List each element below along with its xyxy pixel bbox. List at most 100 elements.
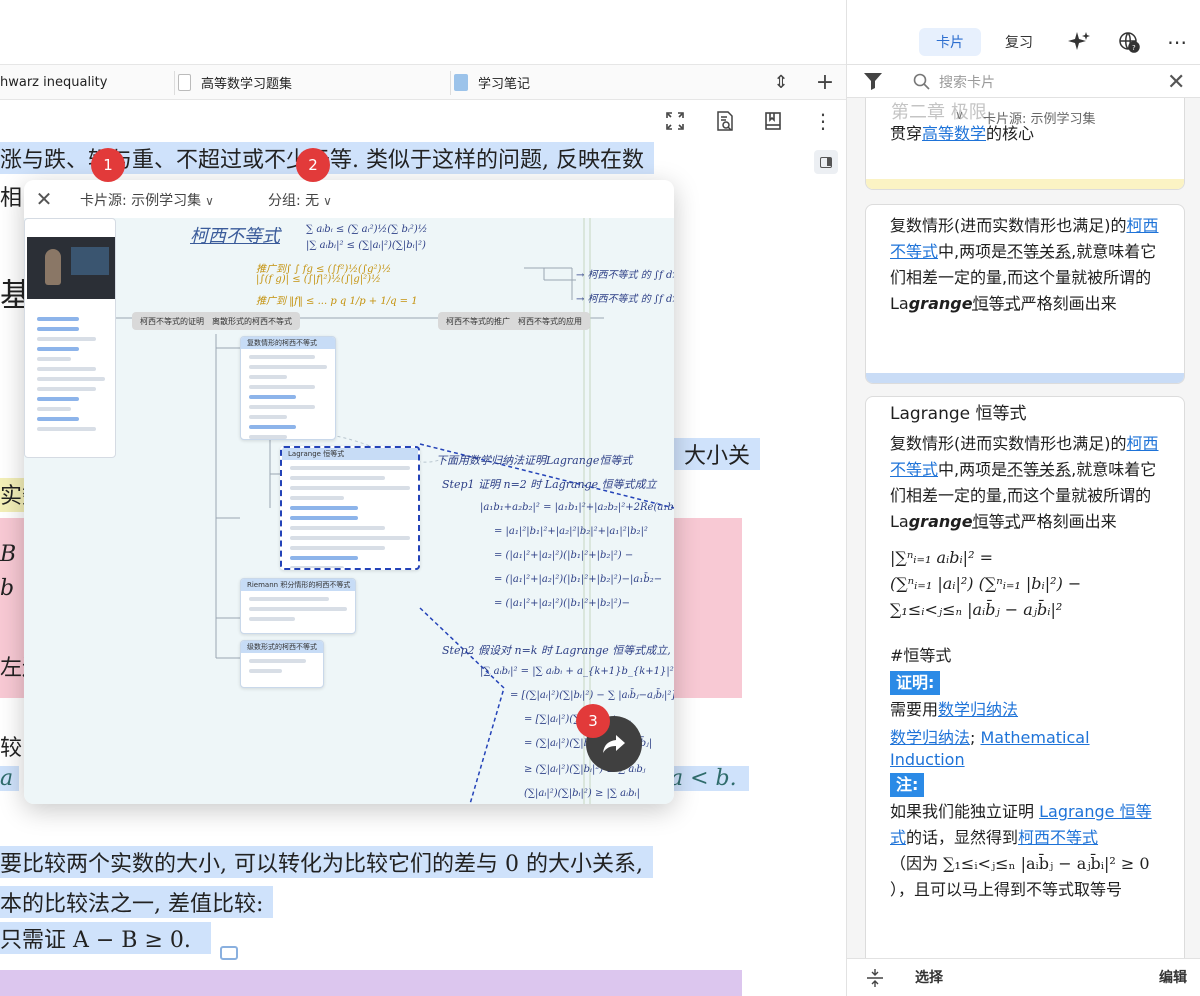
chevron-down-icon: ∨ xyxy=(205,194,214,208)
document-line: 较 xyxy=(0,736,23,761)
card-source-overlay: 卡片源: 示例学习集 xyxy=(983,112,1096,127)
tab-sort-icon[interactable]: ⇕ xyxy=(768,65,794,100)
card-panel: 卡片 复习 ? ⋯ 搜索卡片 ✕ 贯穿高等数学的核心 第二章 极限 卡片源: 示… xyxy=(846,0,1200,996)
flashcard[interactable]: 复数情形(进而实数情形也满足)的柯西不等式中,两项是不等关系,就意味着它们相差一… xyxy=(865,204,1185,384)
card-color-strip xyxy=(866,179,1184,189)
add-tab-icon[interactable]: + xyxy=(812,65,838,100)
card-text: （因为 ∑₁≤ᵢ<ⱼ≤ₙ |aᵢb̄ⱼ − aⱼb̄ᵢ|² ≥ 0 xyxy=(890,854,1150,873)
card-link[interactable]: 数学归纳法 xyxy=(938,700,1018,719)
card-text: 贯穿 xyxy=(890,124,923,143)
card-text: 中,两项是 xyxy=(938,460,1008,479)
tab-review[interactable]: 复习 xyxy=(991,28,1047,56)
mindmap-node[interactable]: 柯西不等式的推广 xyxy=(438,312,518,330)
card-link[interactable]: 高等数学 xyxy=(922,124,986,143)
tab-study-notes[interactable]: 学习笔记 xyxy=(454,65,724,100)
card-text: 复数情形(进而实数情形也满足)的 xyxy=(890,434,1127,453)
card-text: 的话，显然得到 xyxy=(906,828,1019,847)
mindmap-card-title: Riemann 积分情形的柯西不等式 xyxy=(241,579,355,591)
notebook-icon xyxy=(454,74,468,91)
card-color-strip xyxy=(866,373,1184,383)
callout-badge-1: 1 xyxy=(91,148,125,182)
tab-label: hwarz inequality xyxy=(0,75,108,90)
callout-badge-2: 2 xyxy=(296,148,330,182)
card-bold-text: grange xyxy=(908,294,973,313)
mindmap-card-title: Lagrange 恒等式 xyxy=(282,448,418,460)
card-panel-header: 卡片 复习 ? ⋯ xyxy=(847,0,1200,64)
mindmap-node[interactable]: 柯西不等式的证明 xyxy=(132,312,212,330)
card-source-label: 卡片源: 示例学习集 xyxy=(80,193,202,209)
search-document-icon[interactable] xyxy=(712,108,738,134)
mindmap-card-selected[interactable]: Lagrange 恒等式 xyxy=(280,446,420,570)
tab-divider xyxy=(174,71,175,95)
svg-text:?: ? xyxy=(1132,44,1136,52)
web-search-icon[interactable]: ? xyxy=(1115,28,1143,56)
mindmap-title: 柯西不等式 xyxy=(190,226,280,247)
callout-badge-3: 3 xyxy=(576,704,610,738)
tab-cards[interactable]: 卡片 xyxy=(919,28,981,56)
card-text: 严格刻画出来 xyxy=(1020,512,1117,531)
fullscreen-icon[interactable] xyxy=(662,108,688,134)
card-text: 复数情形(进而实数情形也满足)的 xyxy=(890,216,1127,235)
mindmap-card[interactable]: 复数情形的柯西不等式 xyxy=(240,336,336,440)
card-text: 严格刻画出来 xyxy=(1020,294,1117,313)
document-line: 大小关 xyxy=(674,438,761,470)
card-dashed-text: 恒等式 xyxy=(972,512,1021,531)
group-dropdown[interactable]: 分组: 无 ∨ xyxy=(268,190,332,210)
tab-cauchy-schwarz[interactable]: hwarz inequality xyxy=(0,65,172,100)
more-vertical-icon[interactable]: ⋮ xyxy=(810,108,836,134)
card-source-dropdown[interactable]: 卡片源: 示例学习集 ∨ xyxy=(80,190,214,210)
card-preview-popup: ✕ 卡片源: 示例学习集 ∨ 分组: 无 ∨ 柯西不等式 ∑ aᵢbᵢ ≤ (∑… xyxy=(24,180,674,804)
chevron-down-icon[interactable]: ∨ xyxy=(955,108,964,122)
card-text: 中,两项是 xyxy=(938,242,1008,261)
handwriting-heading: 下面用数学归纳法证明Lagrange恒等式 xyxy=(436,454,633,467)
card-hashtag[interactable]: #恒等式 xyxy=(890,643,1160,669)
share-arrow-icon xyxy=(603,735,625,753)
proof-label: 证明: xyxy=(890,671,941,695)
filter-icon[interactable] xyxy=(863,72,883,94)
document-line: 要比较两个实数的大小, 可以转化为比较它们的差与 0 的大小关系, xyxy=(0,846,653,878)
highlight-block xyxy=(0,970,742,996)
card-link[interactable]: 柯西不等式 xyxy=(1018,828,1098,847)
select-button[interactable]: 选择 xyxy=(915,967,943,987)
video-thumbnail[interactable] xyxy=(27,237,115,299)
mindmap-card[interactable]: 级数形式的柯西不等式 xyxy=(240,640,324,688)
card-link[interactable]: 数学归纳法 xyxy=(890,728,970,747)
comment-icon[interactable] xyxy=(220,946,238,960)
group-label: 分组: 无 xyxy=(268,193,320,209)
card-dashed-text: 不等关系 xyxy=(1007,460,1072,479)
edit-button[interactable]: 编辑 xyxy=(1159,967,1187,987)
card-text: 需要用 xyxy=(890,700,939,719)
close-icon[interactable]: ✕ xyxy=(1167,70,1185,95)
search-input[interactable]: 搜索卡片 xyxy=(939,72,995,92)
chevron-down-icon: ∨ xyxy=(323,194,332,208)
popup-header: ✕ 卡片源: 示例学习集 ∨ 分组: 无 ∨ xyxy=(24,180,674,218)
bookmark-icon[interactable] xyxy=(760,108,786,134)
collapse-icon[interactable] xyxy=(865,967,885,993)
sparkle-icon[interactable] xyxy=(1065,28,1093,56)
lecturer-image xyxy=(45,249,61,285)
mindmap-node[interactable]: 离散形式的柯西不等式 xyxy=(204,312,300,330)
card-text: ; xyxy=(970,728,981,747)
video-note-card[interactable] xyxy=(24,218,116,458)
sidebar-toggle-icon[interactable] xyxy=(814,150,838,174)
more-horizontal-icon[interactable]: ⋯ xyxy=(1163,28,1191,56)
card-text: 如果我们能独立证明 xyxy=(890,802,1040,821)
flashcard[interactable]: Lagrange 恒等式 复数情形(进而实数情形也满足)的柯西不等式 中,两项是不… xyxy=(865,396,1185,958)
document-line: B xyxy=(0,542,17,567)
tab-calculus-exercises[interactable]: 高等数学习题集 xyxy=(178,65,448,100)
document-tab-bar: hwarz inequality 高等数学习题集 学习笔记 ⇕ + xyxy=(0,64,846,100)
tab-label: 高等数学习题集 xyxy=(201,77,293,92)
handwriting-step1: Step1 证明 n=2 时 Lagrange 恒等式成立 xyxy=(442,478,657,491)
card-bold-text: grange xyxy=(908,512,973,531)
mindmap-card[interactable]: Riemann 积分情形的柯西不等式 xyxy=(240,578,356,634)
search-icon xyxy=(913,73,930,94)
mindmap-node[interactable]: 柯西不等式的应用 xyxy=(510,312,590,330)
document-line: 相 xyxy=(0,186,23,211)
reader-toolbar: ⋮ xyxy=(0,100,846,142)
blackboard-image xyxy=(71,247,109,275)
card-title: Lagrange 恒等式 xyxy=(890,404,1027,424)
card-panel-footer: 选择 编辑 xyxy=(847,958,1200,996)
close-icon[interactable]: ✕ xyxy=(32,187,56,211)
card-dashed-text: 不等关系 xyxy=(1007,242,1072,261)
card-text: ），且可以马上得到不等式取等号 xyxy=(890,880,1123,899)
